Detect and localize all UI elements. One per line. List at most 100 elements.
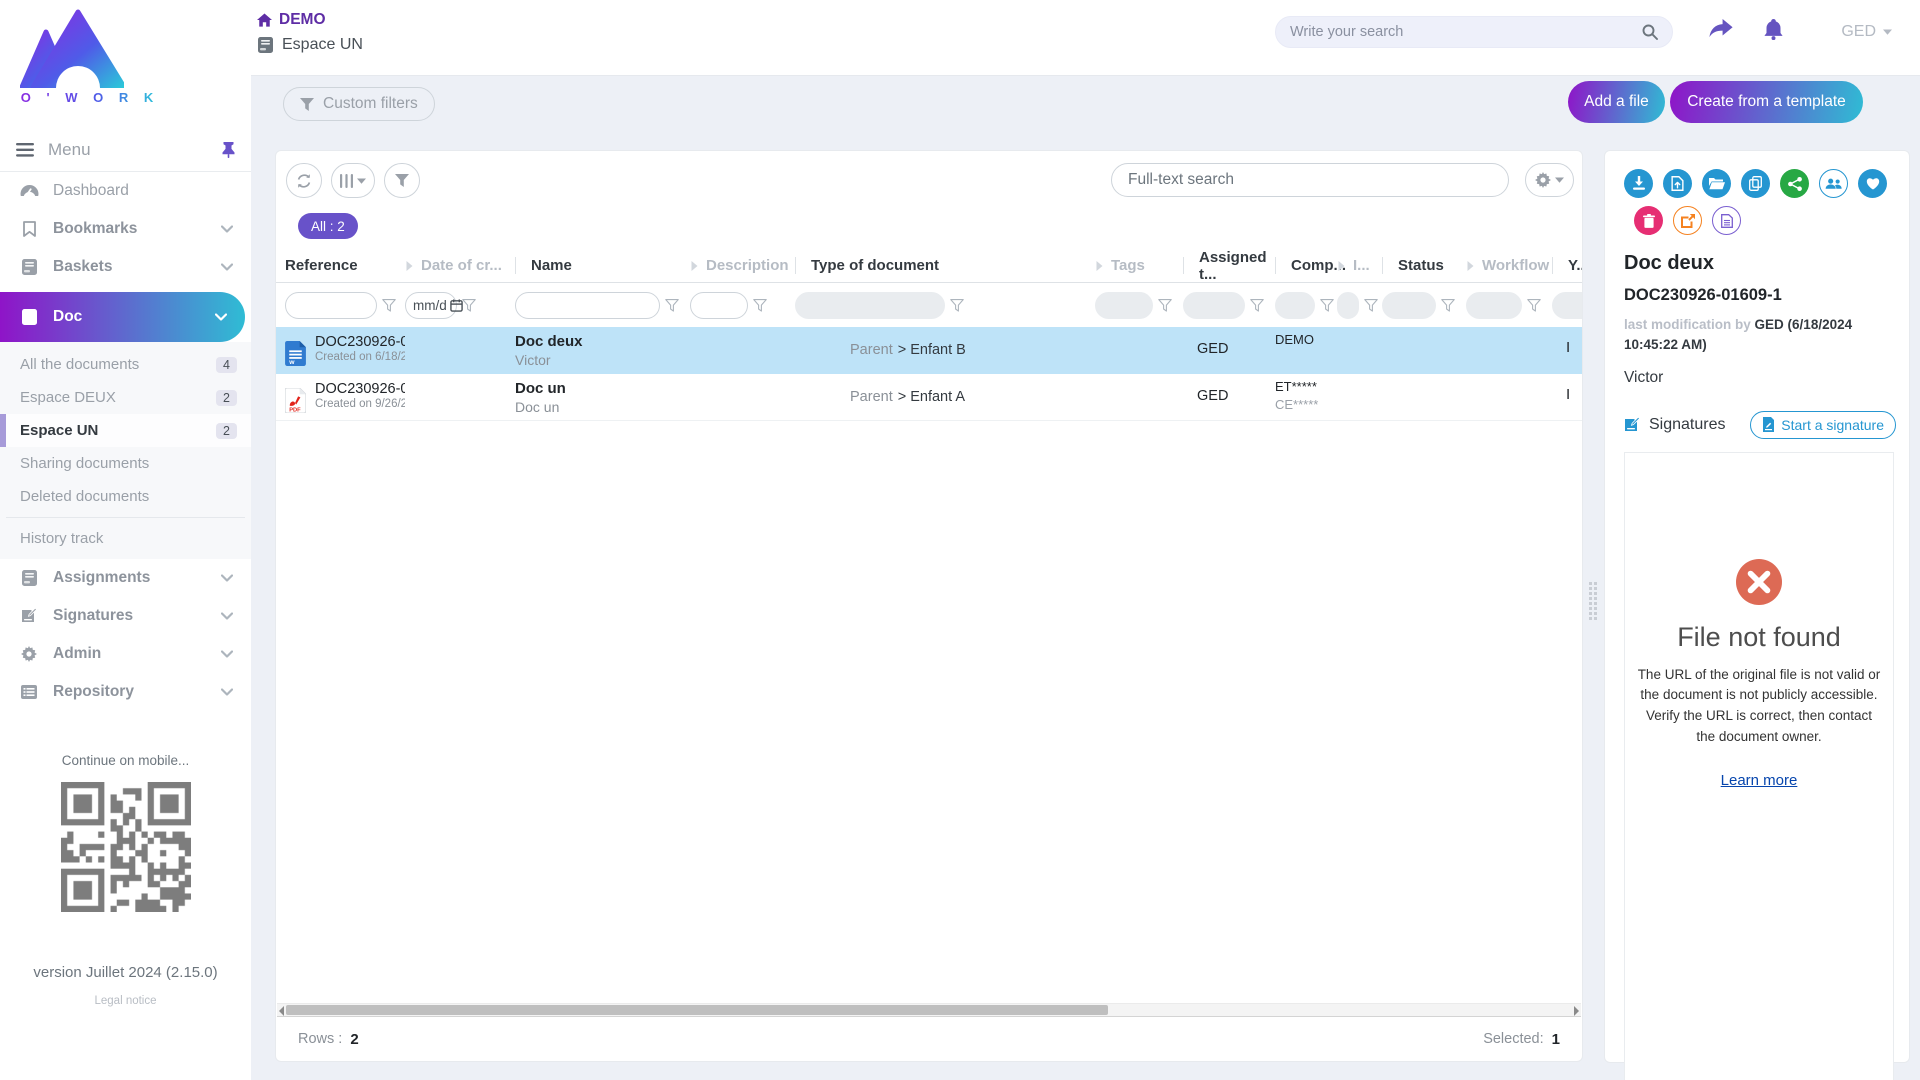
cell-reference: PDFDOC230926-01608-0Created on 9/26/2023… <box>285 374 405 420</box>
funnel-outline-icon[interactable] <box>382 299 396 312</box>
filter-input[interactable] <box>515 292 660 319</box>
upload-version-button[interactable] <box>1663 169 1692 198</box>
horizontal-scrollbar[interactable] <box>277 1003 1581 1017</box>
sidebar-item-repository[interactable]: Repository <box>0 673 251 711</box>
filter-input[interactable] <box>690 292 748 319</box>
sidebar-item-assignments[interactable]: Assignments <box>0 559 251 597</box>
column-header-reference[interactable]: Reference <box>285 257 405 274</box>
global-search-input[interactable] <box>1290 24 1642 40</box>
scrollbar-thumb[interactable] <box>286 1005 1108 1015</box>
pin-icon[interactable] <box>222 142 235 158</box>
sidebar-subitem-espace-un[interactable]: Espace UN2 <box>0 414 251 447</box>
share-button[interactable] <box>1780 169 1809 198</box>
sidebar-item-bookmarks[interactable]: Bookmarks <box>0 210 251 248</box>
scroll-right-arrow-icon[interactable] <box>1574 1006 1579 1016</box>
menu-toggle[interactable]: Menu <box>0 129 251 171</box>
sidebar-item-dashboard[interactable]: Dashboard <box>0 172 251 210</box>
copy-button[interactable] <box>1741 169 1770 198</box>
sidebar-item-label: Signatures <box>53 607 133 625</box>
cell-description <box>690 374 795 420</box>
learn-more-link[interactable]: Learn more <box>1721 772 1798 789</box>
filter-button[interactable] <box>384 163 420 198</box>
funnel-icon <box>300 98 314 111</box>
panel-resize-handle[interactable] <box>1589 582 1600 620</box>
column-header-description[interactable]: Description <box>690 257 795 274</box>
table-body: wDOC230926-01609-1Created on 6/18/2024 1… <box>276 327 1582 421</box>
funnel-outline-icon[interactable] <box>1250 299 1264 312</box>
column-header-assignedt[interactable]: Assigned t... <box>1183 249 1275 283</box>
sidebar: O ' W O R K Menu DashboardBookmarksBaske… <box>0 0 251 1080</box>
start-signature-button[interactable]: Start a signature <box>1750 411 1896 439</box>
column-header-dateofcr[interactable]: Date of cr... <box>405 257 515 274</box>
sidebar-item-doc[interactable]: Doc <box>0 292 245 342</box>
column-header-name[interactable]: Name <box>515 257 690 274</box>
word-file-icon: w <box>285 333 306 373</box>
column-header-y[interactable]: Y... <box>1552 257 1582 274</box>
sidebar-subitem-deleted-documents[interactable]: Deleted documents <box>0 480 251 513</box>
caret-down-icon <box>1883 29 1892 35</box>
funnel-outline-icon[interactable] <box>665 299 679 312</box>
sidebar-subitem-sharing-documents[interactable]: Sharing documents <box>0 447 251 480</box>
table-row[interactable]: PDFDOC230926-01608-0Created on 9/26/2023… <box>276 374 1582 421</box>
book-icon <box>18 309 40 325</box>
add-file-button[interactable]: Add a file <box>1568 81 1665 123</box>
column-header-workflow[interactable]: Workflow <box>1466 257 1552 274</box>
legal-notice-link[interactable]: Legal notice <box>0 995 251 1007</box>
fulltext-search-input[interactable] <box>1128 171 1492 189</box>
forward-icon[interactable] <box>1709 19 1733 38</box>
users-button[interactable] <box>1819 169 1848 198</box>
favorite-button[interactable] <box>1858 169 1887 198</box>
sidebar-item-label: Baskets <box>53 258 112 276</box>
search-icon[interactable] <box>1642 24 1658 40</box>
date-filter-input[interactable]: mm/d <box>405 292 457 319</box>
document-info-button[interactable] <box>1712 206 1741 235</box>
funnel-outline-icon[interactable] <box>950 299 964 312</box>
open-folder-button[interactable] <box>1702 169 1731 198</box>
funnel-outline-icon[interactable] <box>1158 299 1172 312</box>
column-header-tags[interactable]: Tags <box>1095 257 1183 274</box>
cell-name: Doc deuxVictor <box>515 327 690 373</box>
filter-input[interactable] <box>285 292 377 319</box>
file-upload-icon <box>1671 176 1684 191</box>
sidebar-subitem-espace-deux[interactable]: Espace DEUX2 <box>0 381 251 414</box>
tab-all[interactable]: All : 2 <box>298 213 358 239</box>
table-row[interactable]: wDOC230926-01609-1Created on 6/18/2024 1… <box>276 327 1582 374</box>
count-badge: 2 <box>216 423 237 439</box>
column-header-typeofdocument[interactable]: Type of document <box>795 257 1095 274</box>
chevron-down-icon <box>221 688 233 696</box>
table-settings-button[interactable] <box>1525 163 1574 197</box>
comp-sub-value: CE***** <box>1275 396 1337 414</box>
sidebar-item-signatures[interactable]: Signatures <box>0 597 251 635</box>
create-from-template-button[interactable]: Create from a template <box>1670 81 1863 123</box>
column-header-label: Workflow <box>1482 257 1549 274</box>
column-header-i[interactable]: I... <box>1337 257 1382 274</box>
column-header-comp[interactable]: Comp... <box>1275 257 1337 274</box>
funnel-outline-icon[interactable] <box>1320 299 1334 312</box>
funnel-outline-icon[interactable] <box>462 299 476 312</box>
sidebar-item-admin[interactable]: Admin <box>0 635 251 673</box>
svg-text:w: w <box>288 359 295 366</box>
column-header-status[interactable]: Status <box>1382 257 1466 274</box>
custom-filters-button[interactable]: Custom filters <box>283 87 435 121</box>
filter-cell <box>515 292 690 319</box>
user-menu[interactable]: GED <box>1841 23 1892 41</box>
refresh-button[interactable] <box>286 163 322 198</box>
delete-button[interactable] <box>1634 206 1663 235</box>
funnel-outline-icon[interactable] <box>1364 299 1378 312</box>
funnel-outline-icon[interactable] <box>1527 299 1541 312</box>
cell-overflow: I <box>1552 327 1582 373</box>
rows-label: Rows : <box>298 1031 342 1047</box>
open-external-button[interactable] <box>1673 206 1702 235</box>
columns-button[interactable] <box>331 163 375 198</box>
sidebar-subitem-all-documents[interactable]: All the documents4 <box>0 348 251 381</box>
sidebar-subitem-history-track[interactable]: History track <box>0 522 251 555</box>
bell-icon[interactable] <box>1764 19 1783 40</box>
funnel-outline-icon[interactable] <box>1441 299 1455 312</box>
document-name: Doc deux <box>515 333 690 352</box>
sidebar-item-baskets[interactable]: Baskets <box>0 248 251 286</box>
download-button[interactable] <box>1624 169 1653 198</box>
funnel-outline-icon[interactable] <box>753 299 767 312</box>
cell-empty <box>1337 327 1382 373</box>
type-parent: Parent <box>850 389 893 405</box>
scroll-left-arrow-icon[interactable] <box>279 1006 284 1016</box>
